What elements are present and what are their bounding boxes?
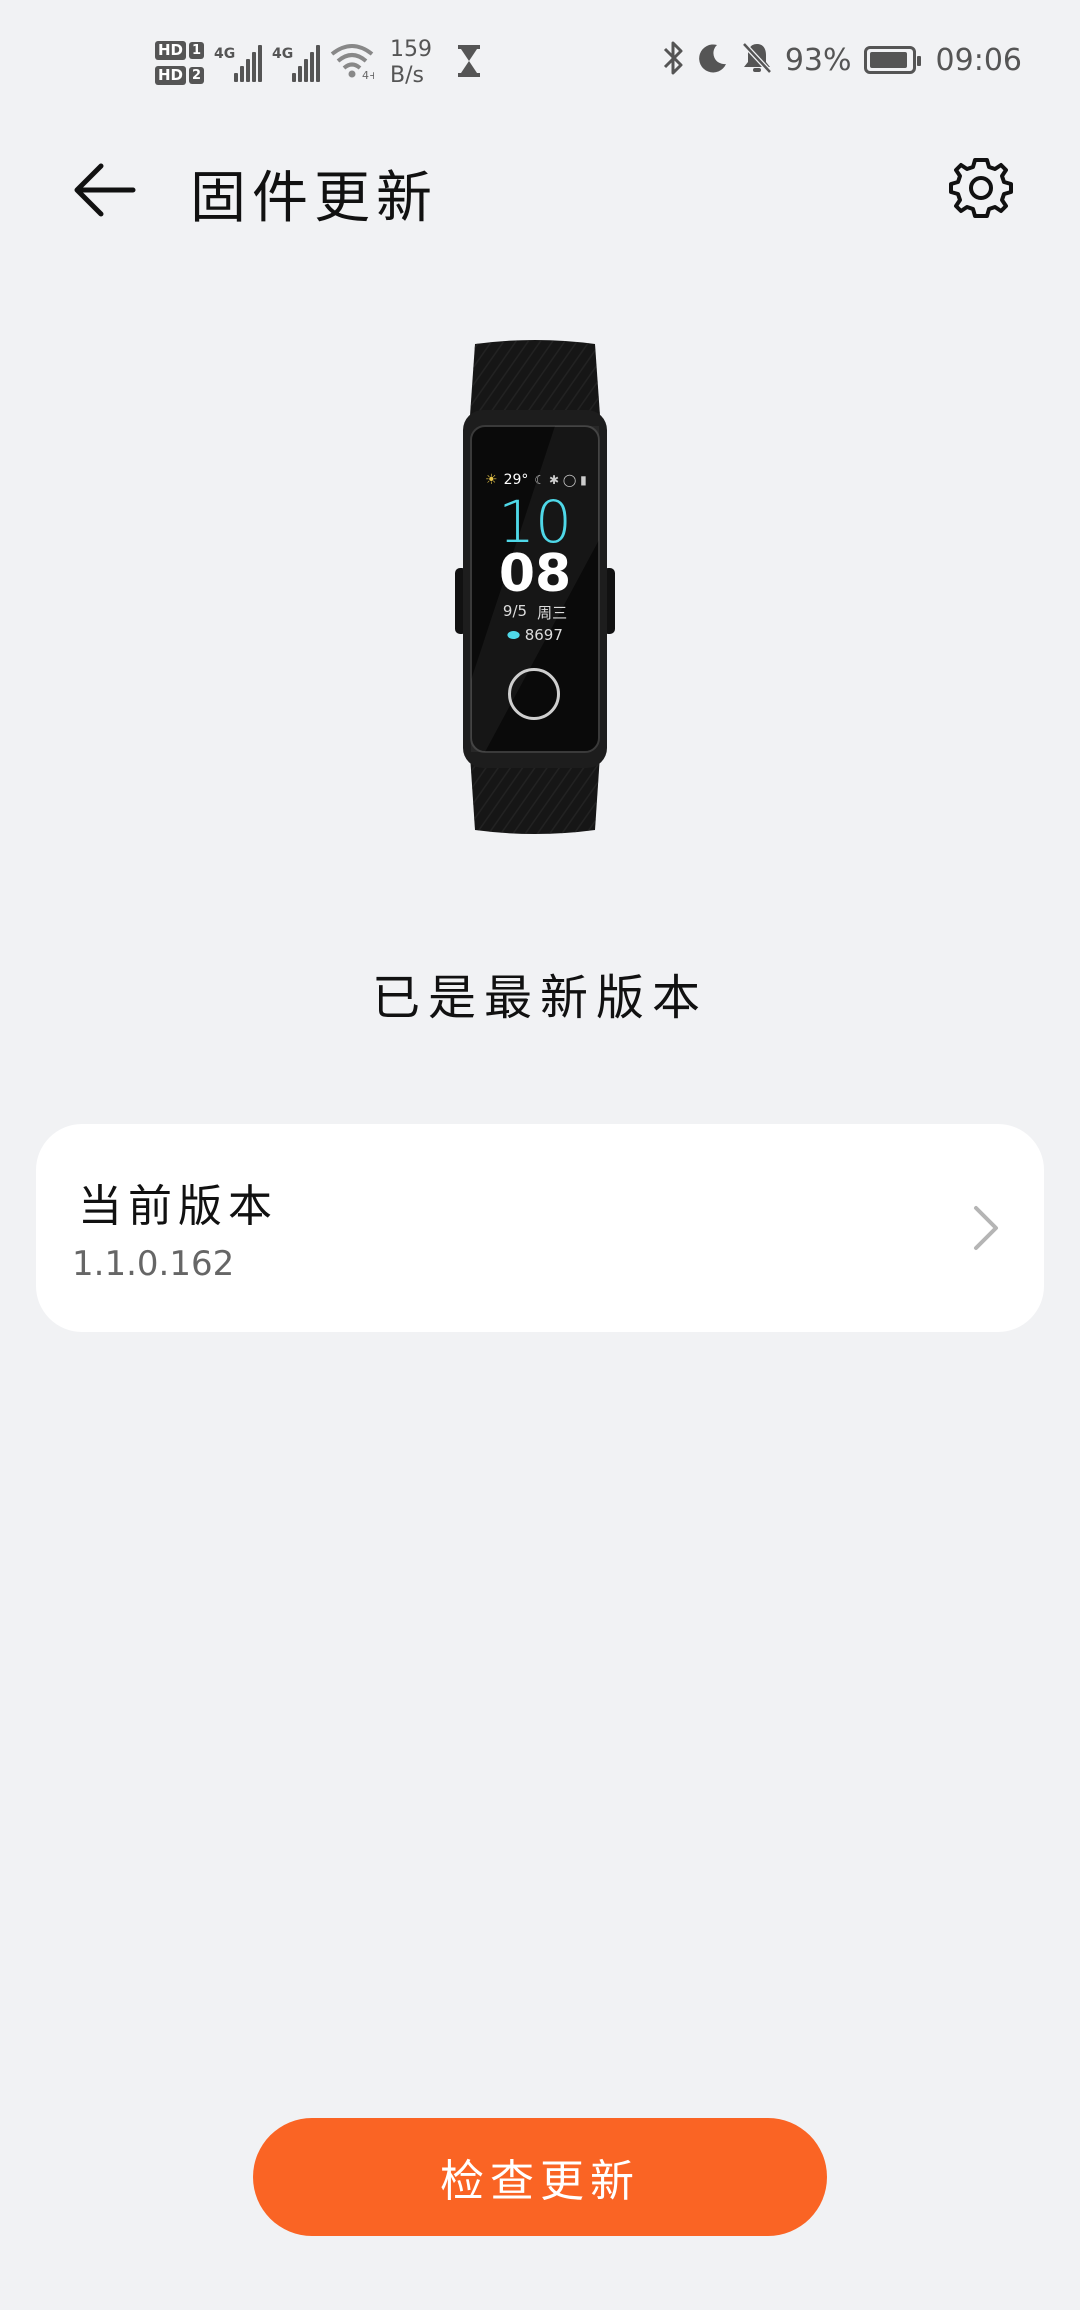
- shoe-icon: ⬬: [507, 626, 520, 644]
- hd2-number: 2: [189, 67, 205, 84]
- back-button[interactable]: [70, 155, 140, 225]
- status-bar-left: HD 1 HD 2 4G 4G 4+ 159 B/s: [155, 28, 482, 98]
- signal-icon: 4G: [214, 44, 263, 82]
- battery-percent: 93%: [784, 42, 852, 78]
- arrow-left-icon: [74, 163, 136, 217]
- hd-icon: HD 2: [155, 66, 205, 85]
- status-bar: HD 1 HD 2 4G 4G 4+ 159 B/s 93% 09:06: [0, 0, 1080, 120]
- hd-indicators: HD 1 HD 2: [155, 41, 205, 85]
- signal-icon: 4G: [272, 44, 321, 82]
- current-version-value: 1.1.0.162: [72, 1244, 235, 1284]
- network-speed-value: 159: [390, 37, 433, 62]
- hd-icon: HD 1: [155, 41, 205, 60]
- bluetooth-icon: [661, 40, 685, 80]
- hd2-label: HD: [155, 66, 187, 85]
- band-steps: 8697: [524, 626, 563, 644]
- app-bar: 固件更新: [0, 135, 1080, 240]
- sim2-tag: 4G: [272, 46, 294, 62]
- band-hour: 10: [498, 488, 572, 556]
- band-screen: ☀ 29° ☾ ✱ ◯ ▮ 10 08 9/5 周三 ⬬ 8697: [455, 340, 615, 835]
- band-date: 9/5: [502, 602, 528, 620]
- battery-icon: [863, 46, 921, 74]
- sim1-tag: 4G: [214, 46, 236, 62]
- svg-text:4+: 4+: [362, 69, 374, 80]
- network-speed: 159 B/s: [390, 37, 432, 89]
- bell-off-icon: [741, 41, 773, 79]
- sun-icon: ☀: [485, 472, 498, 488]
- network-speed-unit: B/s: [390, 63, 424, 88]
- band-device-image: ☀ 29° ☾ ✱ ◯ ▮ 10 08 9/5 周三 ⬬ 8697: [455, 340, 615, 835]
- page-title: 固件更新: [190, 166, 438, 231]
- wifi-icon: 4+: [330, 42, 378, 84]
- band-temperature: 29°: [503, 472, 529, 488]
- gear-icon: [949, 158, 1013, 218]
- check-update-button[interactable]: 检查更新: [253, 2118, 827, 2236]
- band-minute: 08: [498, 544, 572, 604]
- hd1-number: 1: [189, 42, 205, 59]
- home-button-ring: [508, 668, 560, 720]
- update-status-message: 已是最新版本: [371, 970, 708, 1026]
- moon-icon: [697, 42, 729, 78]
- status-bar-right: 93% 09:06: [661, 38, 1022, 82]
- hd1-label: HD: [155, 41, 187, 60]
- hourglass-icon: [456, 44, 482, 82]
- current-version-label: 当前版本: [78, 1181, 278, 1232]
- chevron-right-icon: [974, 1206, 998, 1250]
- clock: 09:06: [935, 42, 1022, 78]
- current-version-card[interactable]: 当前版本 1.1.0.162: [36, 1124, 1044, 1332]
- band-status-icons: ☾ ✱ ◯ ▮: [534, 473, 587, 487]
- settings-button[interactable]: [942, 149, 1020, 227]
- band-weekday: 周三: [537, 604, 568, 622]
